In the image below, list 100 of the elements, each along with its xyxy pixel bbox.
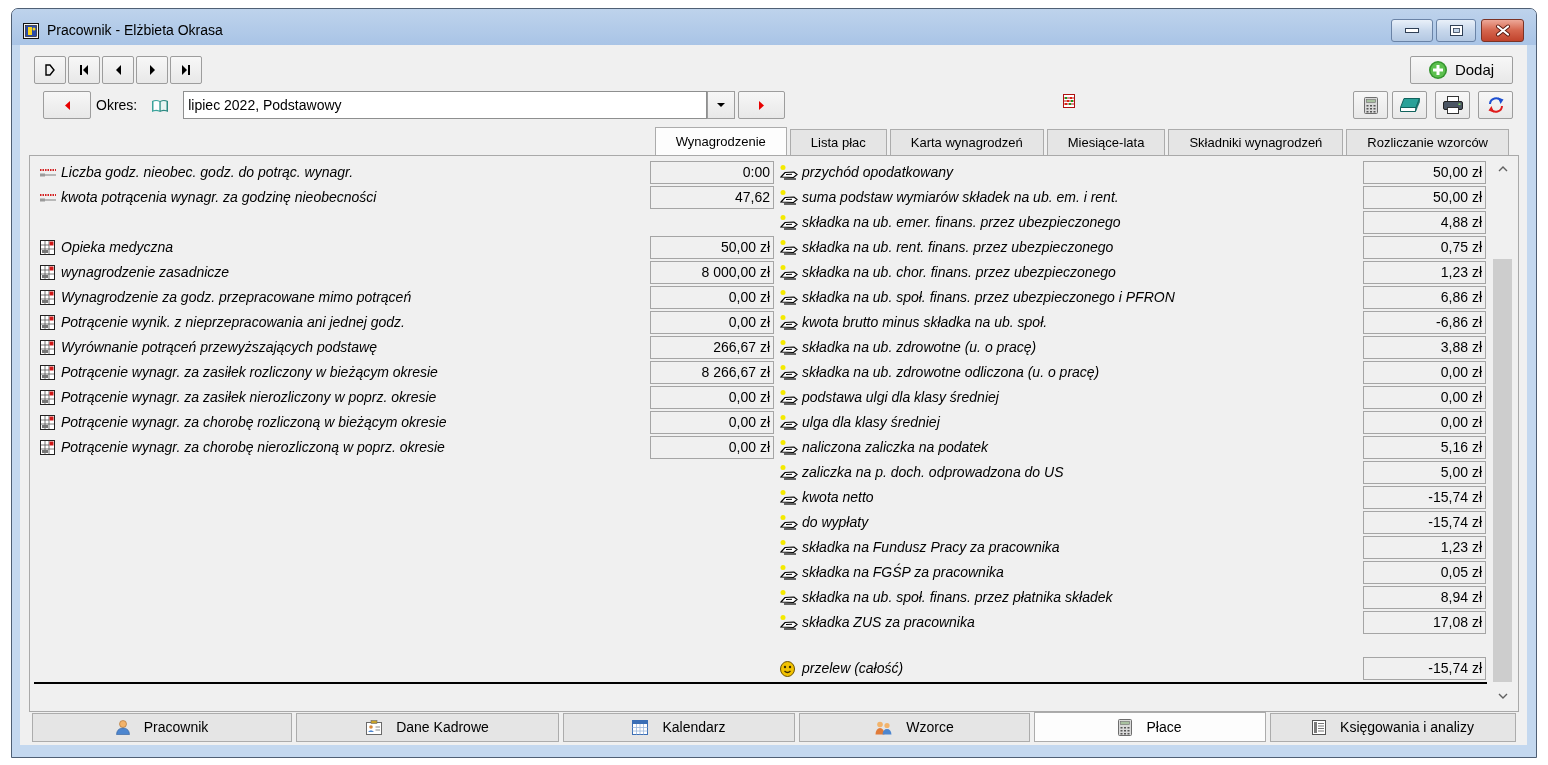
print-button[interactable] [1435,91,1470,119]
value-field: 0,05 zł [1363,561,1486,584]
item-label: składka na ub. zdrowotne odliczona (u. o pracę) [802,364,1101,381]
value-field: 50,00 zł [650,236,774,259]
item-label: składka na ub. społ. finans. przez płatnika składek [802,589,1114,606]
calculator-button[interactable] [1353,91,1388,119]
value-field: 0,00 zł [650,411,774,434]
item-label: Liczba godz. nieobec. godz. do potrąc. wynagr. [61,164,355,181]
smiley-icon [780,660,795,677]
plus-circle-icon [1428,61,1447,79]
last-button[interactable] [170,56,202,84]
value-field: 8 266,67 zł [650,361,774,384]
writing-hand-icon [780,615,798,630]
value-field: -6,86 zł [1363,311,1486,334]
ledger-icon [1312,720,1327,735]
tab[interactable]: Składniki wynagrodzeń [1168,129,1344,155]
maximize-button[interactable] [1436,19,1476,42]
item-label: składka na Fundusz Pracy za pracownika [802,539,1061,556]
writing-hand-icon [780,465,798,480]
chevron-up-icon [1497,166,1508,172]
module-tab[interactable]: Wzorce [799,713,1030,742]
app-icon [23,22,39,39]
previous-button[interactable] [102,56,134,84]
add-button[interactable]: Dodaj [1410,56,1513,84]
writing-hand-icon [780,290,798,305]
triangle-right-icon [149,65,155,75]
table-icon [40,440,55,455]
writing-hand-icon [780,565,798,580]
value-field: 4,88 zł [1363,211,1486,234]
item-label: podstawa ulgi dla klasy średniej [802,389,1000,406]
item-label: przelew (całość) [802,660,905,677]
open-book-icon [152,98,169,112]
tab[interactable]: Karta wynagrodzeń [889,129,1044,155]
value-field: 8,94 zł [1363,586,1486,609]
writing-hand-icon [780,340,798,355]
refresh-icon [1486,96,1505,114]
module-tab[interactable]: Pracownik [32,713,292,742]
module-tab[interactable]: Księgowania i analizy [1270,713,1516,742]
table-icon [40,240,55,255]
item-label: kwota brutto minus składka na ub. społ. [802,314,1049,331]
tab[interactable]: Miesiące-lata [1046,129,1166,155]
next-button[interactable] [136,56,168,84]
value-field: 0,00 zł [1363,361,1486,384]
close-button[interactable] [1481,19,1524,42]
value-field: 0,00 zł [650,436,774,459]
item-label: składka na ub. rent. finans. przez ubezpieczonego [802,239,1115,256]
value-field: 50,00 zł [1363,161,1486,184]
caret-down-icon [717,103,726,107]
triangle-left-icon [64,100,70,110]
value-field: 0,75 zł [1363,236,1486,259]
item-label: przychód opodatkowany [802,164,955,181]
module-tab[interactable]: Dane Kadrowe [296,713,559,742]
writing-hand-icon [780,540,798,555]
item-label: Opieka medyczna [61,239,175,256]
dashed-line-icon [40,168,56,177]
writing-hand-icon [780,365,798,380]
dropdown-button[interactable] [707,91,736,119]
value-field: 17,08 zł [1363,611,1486,634]
skip-start-icon [80,65,88,75]
value-field: 0,00 zł [650,386,774,409]
item-label: Potrącenie wynagr. za zasiłek nierozliczony w poprz. okresie [61,389,438,406]
item-label: do wypłaty [802,514,870,531]
period-field[interactable]: lipiec 2022, Podstawowy [183,91,708,119]
tab[interactable]: Wynagrodzenie [654,127,787,155]
book-button[interactable] [1392,91,1427,119]
writing-hand-icon [780,215,798,230]
item-label: ulga dla klasy średniej [802,414,941,431]
writing-hand-icon [780,390,798,405]
value-field: 3,88 zł [1363,336,1486,359]
value-field: -15,74 zł [1363,511,1486,534]
calculator-icon [1363,96,1378,114]
tab[interactable]: Rozliczanie wzorców [1346,129,1509,155]
minimize-button[interactable] [1391,19,1433,42]
table-icon [40,365,55,380]
value-field: 5,00 zł [1363,461,1486,484]
value-field: 0,00 zł [1363,386,1486,409]
module-tab[interactable]: Płace [1034,712,1266,742]
refresh-button[interactable] [1478,91,1513,119]
triangle-left-icon [115,65,121,75]
tab[interactable]: Lista płac [789,129,887,155]
table-icon [40,415,55,430]
table-icon [40,390,55,405]
item-label: składka na ub. chor. finans. przez ubezpieczonego [802,264,1117,281]
table-icon [40,290,55,305]
item-label: składka na ub. emer. finans. przez ubezpieczonego [802,214,1122,231]
writing-hand-icon [780,515,798,530]
item-label: Wynagrodzenie za godz. przepracowane mimo potrąceń [61,289,413,306]
value-field: 1,23 zł [1363,261,1486,284]
scroll-thumb[interactable] [1493,259,1512,682]
arrow-outline-button[interactable] [34,56,66,84]
table-icon [40,340,55,355]
value-field: 8 000,00 zł [650,261,774,284]
item-label: kwota netto [802,489,875,506]
value-field: 0,00 zł [650,286,774,309]
printer-icon [1442,96,1463,114]
item-label: zaliczka na p. doch. odprowadzona do US [802,464,1065,481]
module-tab[interactable]: Kalendarz [563,713,795,742]
first-button[interactable] [68,56,100,84]
item-label: suma podstaw wymiarów składek na ub. em. i rent. [802,189,1120,206]
writing-hand-icon [780,590,798,605]
